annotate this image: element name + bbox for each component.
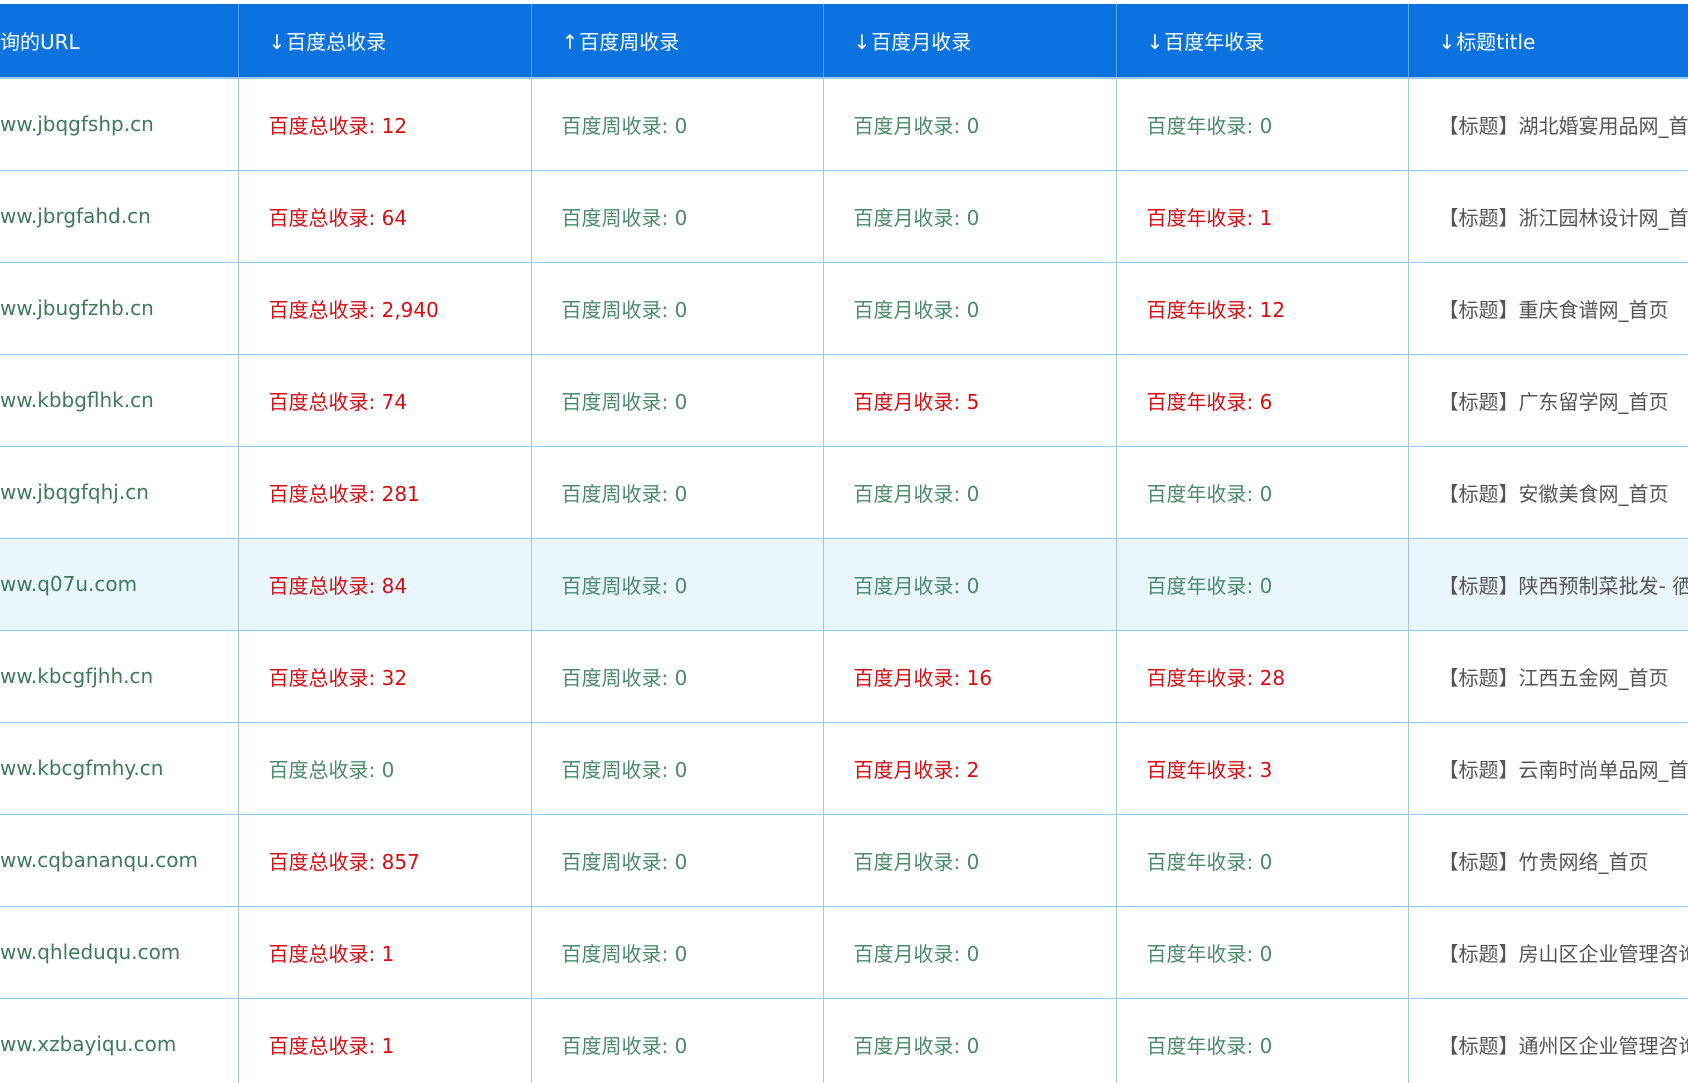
year-index-cell: 百度年收录: 0 bbox=[1115, 814, 1408, 907]
week-index-cell: 百度周收录: 0 bbox=[530, 630, 823, 723]
column-header-year-index[interactable]: ↓百度年收录 bbox=[1115, 4, 1408, 79]
title-cell: 【标题】重庆食谱网_首页 bbox=[1407, 262, 1688, 355]
column-header-total-index[interactable]: ↓百度总收录 bbox=[237, 4, 531, 79]
total-index-cell: 百度总收录: 12 bbox=[237, 78, 531, 171]
month-index-cell: 百度月收录: 0 bbox=[822, 78, 1116, 171]
week-index-cell: 百度周收录: 0 bbox=[530, 538, 823, 631]
title-cell: 【标题】广东留学网_首页 bbox=[1407, 354, 1688, 447]
month-index-cell: 百度月收录: 0 bbox=[822, 538, 1116, 631]
week-index-cell: 百度周收录: 0 bbox=[530, 354, 823, 447]
table-header-row: 询的URL ↓百度总收录 ↑百度周收录 ↓百度月收录 ↓百度年收录 ↓标题tit… bbox=[0, 4, 1688, 79]
url-cell[interactable]: ww.jbugfzhb.cn bbox=[0, 262, 238, 355]
year-index-cell: 百度年收录: 3 bbox=[1115, 722, 1408, 815]
column-header-week-label: 百度周收录 bbox=[579, 30, 680, 54]
table-row[interactable]: ww.kbcgfjhh.cn 百度总收录: 32 百度周收录: 0 百度月收录: 16… bbox=[0, 630, 1688, 723]
title-cell: 【标题】安徽美食网_首页 bbox=[1407, 446, 1688, 539]
week-index-cell: 百度周收录: 0 bbox=[530, 78, 823, 171]
column-header-url-label: 询的URL bbox=[0, 30, 80, 54]
week-index-cell: 百度周收录: 0 bbox=[530, 170, 823, 263]
url-cell[interactable]: ww.kbbgflhk.cn bbox=[0, 354, 238, 447]
sort-arrow-icon: ↑ bbox=[561, 30, 579, 54]
title-cell: 【标题】房山区企业管理咨询 bbox=[1407, 906, 1688, 999]
month-index-cell: 百度月收录: 5 bbox=[822, 354, 1116, 447]
title-cell: 【标题】浙江园林设计网_首 bbox=[1407, 170, 1688, 263]
total-index-cell: 百度总收录: 74 bbox=[237, 354, 531, 447]
url-cell[interactable]: ww.kbcgfjhh.cn bbox=[0, 630, 238, 723]
url-cell[interactable]: ww.cqbananqu.com bbox=[0, 814, 238, 907]
results-viewport: 询的URL ↓百度总收录 ↑百度周收录 ↓百度月收录 ↓百度年收录 ↓标题tit… bbox=[0, 0, 1688, 1083]
sort-arrow-icon: ↓ bbox=[268, 30, 286, 54]
table-row[interactable]: ww.jbqgfshp.cn 百度总收录: 12 百度周收录: 0 百度月收录: 0百… bbox=[0, 78, 1688, 171]
month-index-cell: 百度月收录: 0 bbox=[822, 262, 1116, 355]
title-cell: 【标题】陕西预制菜批发- 徆 bbox=[1407, 538, 1688, 631]
table-body: ww.jbqgfshp.cn 百度总收录: 12 百度周收录: 0 百度月收录: 0百… bbox=[0, 78, 1688, 1083]
table-row[interactable]: ww.jbugfzhb.cn 百度总收录: 2,940 百度周收录: 0 百度月收录:… bbox=[0, 262, 1688, 355]
total-index-cell: 百度总收录: 64 bbox=[237, 170, 531, 263]
title-cell: 【标题】竹贵网络_首页 bbox=[1407, 814, 1688, 907]
column-header-total-label: 百度总收录 bbox=[286, 30, 387, 54]
table-row[interactable]: ww.qhleduqu.com 百度总收录: 1 百度周收录: 0 百度月收录: 0百… bbox=[0, 906, 1688, 999]
url-cell[interactable]: ww.qhleduqu.com bbox=[0, 906, 238, 999]
week-index-cell: 百度周收录: 0 bbox=[530, 998, 823, 1083]
year-index-cell: 百度年收录: 1 bbox=[1115, 170, 1408, 263]
year-index-cell: 百度年收录: 0 bbox=[1115, 446, 1408, 539]
year-index-cell: 百度年收录: 28 bbox=[1115, 630, 1408, 723]
month-index-cell: 百度月收录: 0 bbox=[822, 906, 1116, 999]
url-cell[interactable]: ww.q07u.com bbox=[0, 538, 238, 631]
total-index-cell: 百度总收录: 1 bbox=[237, 998, 531, 1083]
week-index-cell: 百度周收录: 0 bbox=[530, 814, 823, 907]
column-header-title[interactable]: ↓标题title bbox=[1407, 4, 1688, 79]
url-cell[interactable]: ww.jbqgfshp.cn bbox=[0, 78, 238, 171]
table-header: 询的URL ↓百度总收录 ↑百度周收录 ↓百度月收录 ↓百度年收录 ↓标题tit… bbox=[0, 4, 1688, 79]
year-index-cell: 百度年收录: 0 bbox=[1115, 906, 1408, 999]
year-index-cell: 百度年收录: 0 bbox=[1115, 998, 1408, 1083]
total-index-cell: 百度总收录: 32 bbox=[237, 630, 531, 723]
column-header-title-label: 标题title bbox=[1456, 30, 1536, 54]
table-row[interactable]: ww.jbqgfqhj.cn 百度总收录: 281 百度周收录: 0 百度月收录: 0… bbox=[0, 446, 1688, 539]
total-index-cell: 百度总收录: 84 bbox=[237, 538, 531, 631]
year-index-cell: 百度年收录: 0 bbox=[1115, 538, 1408, 631]
week-index-cell: 百度周收录: 0 bbox=[530, 262, 823, 355]
title-cell: 【标题】通州区企业管理咨询 bbox=[1407, 998, 1688, 1083]
week-index-cell: 百度周收录: 0 bbox=[530, 446, 823, 539]
sort-arrow-icon: ↓ bbox=[1438, 30, 1456, 54]
baidu-index-table: 询的URL ↓百度总收录 ↑百度周收录 ↓百度月收录 ↓百度年收录 ↓标题tit… bbox=[0, 4, 1688, 1083]
url-cell[interactable]: ww.jbrgfahd.cn bbox=[0, 170, 238, 263]
month-index-cell: 百度月收录: 0 bbox=[822, 170, 1116, 263]
total-index-cell: 百度总收录: 857 bbox=[237, 814, 531, 907]
month-index-cell: 百度月收录: 16 bbox=[822, 630, 1116, 723]
title-cell: 【标题】湖北婚宴用品网_首 bbox=[1407, 78, 1688, 171]
week-index-cell: 百度周收录: 0 bbox=[530, 722, 823, 815]
column-header-year-label: 百度年收录 bbox=[1164, 30, 1265, 54]
total-index-cell: 百度总收录: 0 bbox=[237, 722, 531, 815]
month-index-cell: 百度月收录: 0 bbox=[822, 446, 1116, 539]
table-row[interactable]: ww.xzbayiqu.com 百度总收录: 1 百度周收录: 0 百度月收录: 0百… bbox=[0, 998, 1688, 1083]
table-row[interactable]: ww.kbbgflhk.cn 百度总收录: 74 百度周收录: 0 百度月收录: 5百… bbox=[0, 354, 1688, 447]
column-header-week-index[interactable]: ↑百度周收录 bbox=[530, 4, 823, 79]
table-row[interactable]: ww.q07u.com 百度总收录: 84 百度周收录: 0 百度月收录: 0 百度年收… bbox=[0, 538, 1688, 631]
total-index-cell: 百度总收录: 2,940 bbox=[237, 262, 531, 355]
title-cell: 【标题】江西五金网_首页 bbox=[1407, 630, 1688, 723]
month-index-cell: 百度月收录: 2 bbox=[822, 722, 1116, 815]
year-index-cell: 百度年收录: 6 bbox=[1115, 354, 1408, 447]
total-index-cell: 百度总收录: 1 bbox=[237, 906, 531, 999]
year-index-cell: 百度年收录: 0 bbox=[1115, 78, 1408, 171]
column-header-month-label: 百度月收录 bbox=[871, 30, 972, 54]
year-index-cell: 百度年收录: 12 bbox=[1115, 262, 1408, 355]
url-cell[interactable]: ww.xzbayiqu.com bbox=[0, 998, 238, 1083]
month-index-cell: 百度月收录: 0 bbox=[822, 998, 1116, 1083]
sort-arrow-icon: ↓ bbox=[853, 30, 871, 54]
table-row[interactable]: ww.jbrgfahd.cn 百度总收录: 64 百度周收录: 0 百度月收录: 0百… bbox=[0, 170, 1688, 263]
week-index-cell: 百度周收录: 0 bbox=[530, 906, 823, 999]
month-index-cell: 百度月收录: 0 bbox=[822, 814, 1116, 907]
sort-arrow-icon: ↓ bbox=[1146, 30, 1164, 54]
url-cell[interactable]: ww.kbcgfmhy.cn bbox=[0, 722, 238, 815]
table-row[interactable]: ww.cqbananqu.com 百度总收录: 857 百度周收录: 0 百度月收录:… bbox=[0, 814, 1688, 907]
total-index-cell: 百度总收录: 281 bbox=[237, 446, 531, 539]
url-cell[interactable]: ww.jbqgfqhj.cn bbox=[0, 446, 238, 539]
column-header-month-index[interactable]: ↓百度月收录 bbox=[822, 4, 1116, 79]
title-cell: 【标题】云南时尚单品网_首 bbox=[1407, 722, 1688, 815]
column-header-url[interactable]: 询的URL bbox=[0, 4, 238, 79]
table-row[interactable]: ww.kbcgfmhy.cn 百度总收录: 0 百度周收录: 0 百度月收录: 2 百度… bbox=[0, 722, 1688, 815]
